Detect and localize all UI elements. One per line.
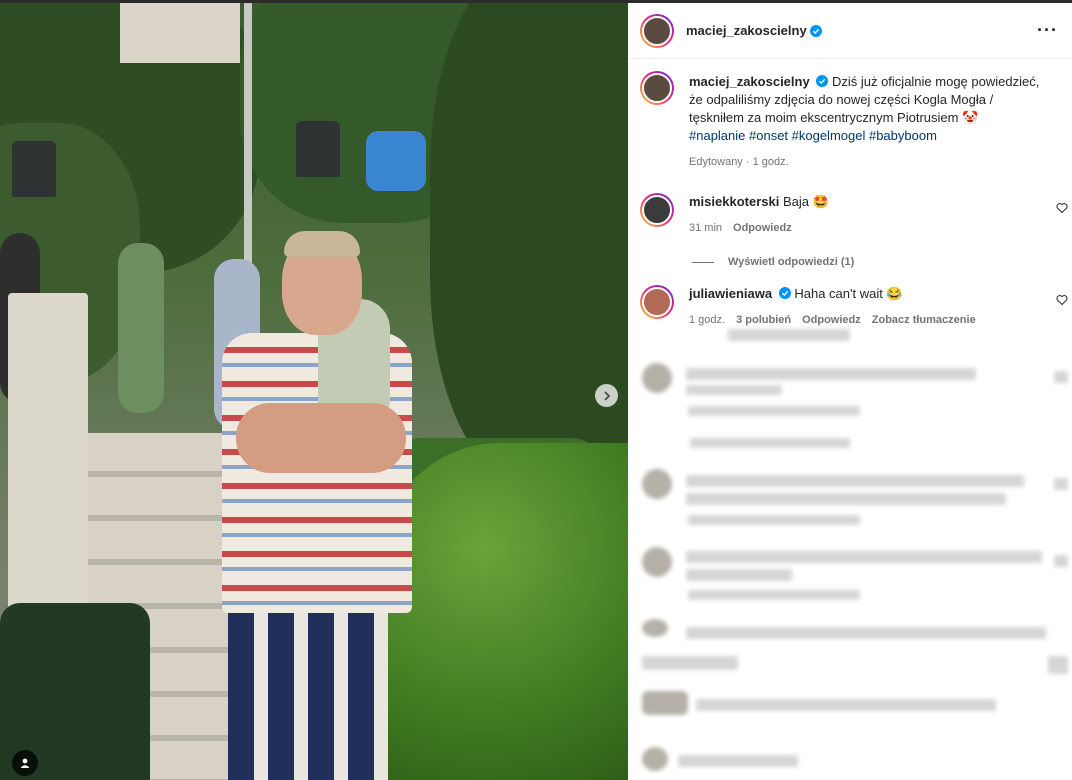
hedge — [380, 443, 628, 780]
post-photo[interactable] — [0, 3, 628, 780]
comment-body: misiekkoterski Baja 🤩 31 min Odpowiedz — [689, 193, 1029, 237]
blurred-text — [642, 656, 738, 670]
caption-hashtags[interactable]: #naplanie #onset #kogelmogel #babyboom — [689, 128, 937, 143]
comment-text: Baja 🤩 — [782, 194, 829, 209]
commenter-avatar[interactable] — [640, 193, 674, 227]
caption-author-avatar[interactable] — [640, 71, 674, 105]
verified-badge-icon — [816, 75, 829, 87]
blurred-avatar — [642, 469, 672, 499]
more-options-button[interactable]: ··· — [1037, 20, 1058, 41]
comment-actions: 31 min Odpowiedz — [689, 219, 1029, 237]
reply-button[interactable]: Odpowiedz — [733, 219, 792, 237]
ivy-foliage — [430, 3, 628, 483]
comment-username[interactable]: juliawieniawa — [689, 286, 772, 301]
blurred-avatar — [642, 547, 672, 577]
blurred-text — [686, 627, 1046, 639]
post-header: maciej_zakoscielny ··· — [628, 3, 1072, 59]
blurred-text — [686, 368, 976, 380]
blurred-text — [1054, 478, 1068, 490]
blurred-avatar — [642, 619, 668, 637]
post-caption: maciej_zakoscielny Dziś już oficjalnie m… — [628, 59, 1072, 171]
blurred-avatar — [642, 363, 672, 393]
blurred-text — [1054, 371, 1068, 383]
blurred-text — [686, 569, 792, 581]
heart-outline-icon[interactable] — [1056, 294, 1068, 306]
chevron-right-icon — [603, 390, 610, 401]
comment-username[interactable]: misiekkoterski — [689, 194, 779, 209]
blurred-text — [696, 699, 996, 711]
person-hair — [284, 231, 360, 257]
caption-edited-meta: Edytowany · 1 godz. — [689, 156, 789, 168]
comment: misiekkoterski Baja 🤩 31 min Odpowiedz — [628, 193, 1072, 237]
blurred-text — [678, 755, 798, 767]
caption-username[interactable]: maciej_zakoscielny — [689, 74, 810, 89]
user-tag-icon — [20, 758, 30, 768]
user-tags-button[interactable] — [12, 750, 38, 776]
building-wall — [120, 3, 240, 63]
comment-text: Haha can't wait 😂 — [794, 286, 903, 301]
blurred-text — [686, 475, 1024, 487]
blurred-text — [688, 406, 860, 416]
caption-body: maciej_zakoscielny Dziś już oficjalnie m… — [689, 73, 1049, 171]
view-replies-button[interactable]: Wyświetl odpowiedzi (1) — [628, 256, 1072, 268]
author-avatar[interactable] — [640, 13, 674, 48]
blurred-text — [1048, 656, 1068, 674]
blurred-text — [728, 329, 850, 341]
balustrade — [8, 293, 88, 633]
wall-lantern — [296, 121, 340, 177]
author-username[interactable]: maciej_zakoscielny — [686, 23, 807, 38]
blurred-text — [1054, 555, 1068, 567]
person-arms — [236, 403, 406, 473]
blurred-comments — [628, 323, 1072, 780]
commenter-avatar[interactable] — [640, 285, 674, 319]
view-replies-label: Wyświetl odpowiedzi (1) — [728, 256, 855, 268]
blurred-avatar — [642, 691, 688, 715]
blurred-text — [688, 515, 860, 525]
wall-lantern — [12, 141, 56, 197]
verified-badge-icon — [778, 287, 791, 299]
blurred-text — [686, 385, 782, 395]
post-side-panel: maciej_zakoscielny ··· maciej_zakoscieln… — [628, 3, 1072, 780]
verified-badge-icon — [809, 24, 822, 37]
blurred-text — [686, 551, 1042, 563]
heart-outline-icon[interactable] — [1056, 202, 1068, 214]
blurred-text — [686, 493, 1006, 505]
blurred-text — [688, 590, 860, 600]
blurred-text — [690, 438, 850, 448]
studio-lamp — [366, 131, 426, 191]
next-photo-button[interactable] — [595, 384, 618, 407]
background-person — [118, 243, 164, 413]
person-trousers — [228, 593, 388, 780]
replies-divider — [692, 261, 714, 263]
comment-time[interactable]: 31 min — [689, 219, 722, 237]
blurred-avatar — [642, 747, 668, 771]
